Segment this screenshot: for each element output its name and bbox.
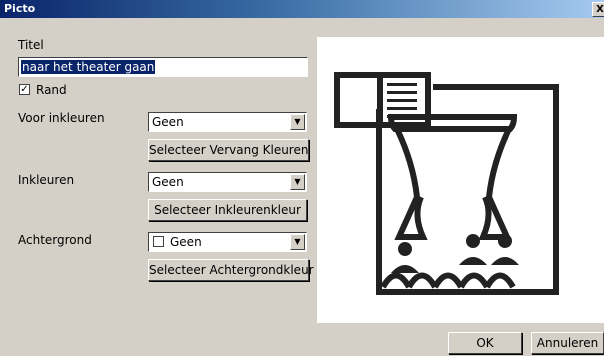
- pre-color-select[interactable]: Geen ▼: [148, 112, 307, 132]
- color-value: Geen: [152, 175, 184, 189]
- chevron-down-icon[interactable]: ▼: [290, 114, 305, 130]
- background-button[interactable]: Selecteer Achtergrondkleur: [148, 259, 314, 281]
- pre-color-label: Voor inkleuren: [18, 111, 105, 125]
- ok-button[interactable]: OK: [448, 332, 522, 354]
- color-button[interactable]: Selecteer Inkleurenkleur: [148, 199, 307, 221]
- border-label: Rand: [36, 83, 67, 97]
- window-title: Picto: [4, 2, 36, 15]
- title-input[interactable]: naar het theater gaan: [18, 57, 308, 77]
- color-label: Inkleuren: [18, 173, 75, 187]
- background-value: Geen: [170, 235, 202, 249]
- chevron-down-icon[interactable]: ▼: [290, 234, 305, 250]
- close-button[interactable]: X: [592, 2, 604, 17]
- title-label: Titel: [18, 38, 44, 52]
- replace-colors-button[interactable]: Selecteer Vervang Kleuren: [148, 139, 309, 161]
- title-bar: Picto X: [0, 0, 604, 18]
- theater-stage-icon: [334, 72, 559, 295]
- cancel-button[interactable]: Annuleren: [531, 332, 604, 354]
- color-select[interactable]: Geen ▼: [148, 172, 307, 192]
- pictogram-preview: [317, 37, 604, 323]
- color-swatch: [153, 236, 164, 247]
- background-select[interactable]: Geen ▼: [148, 232, 307, 252]
- chevron-down-icon[interactable]: ▼: [290, 174, 305, 190]
- title-input-selected-text: naar het theater gaan: [21, 60, 156, 74]
- border-checkbox[interactable]: ✓: [19, 84, 30, 95]
- pre-color-value: Geen: [152, 115, 184, 129]
- background-label: Achtergrond: [18, 233, 92, 247]
